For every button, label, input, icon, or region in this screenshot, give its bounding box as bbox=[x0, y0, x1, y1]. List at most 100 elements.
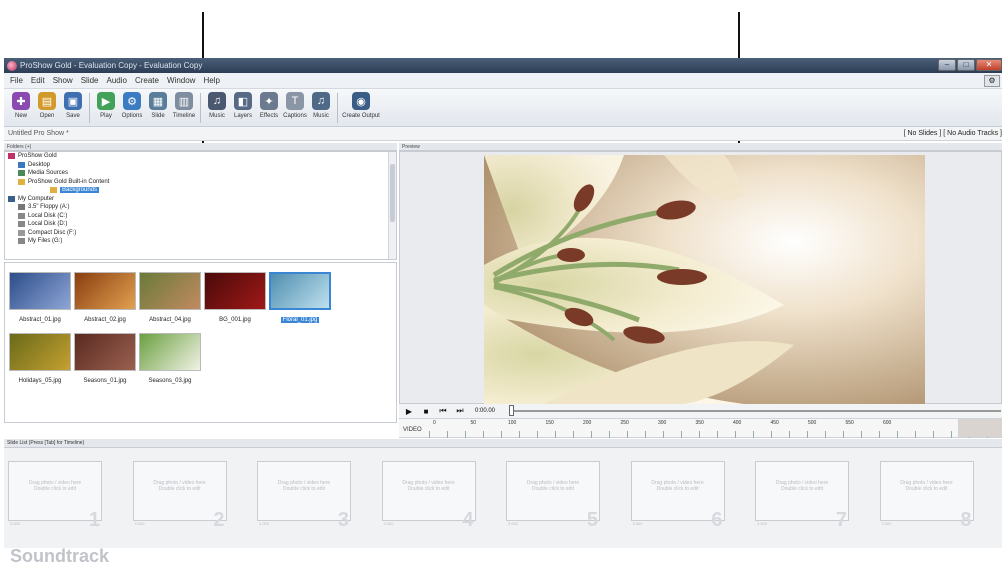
window-controls: – □ ✕ bbox=[938, 59, 1002, 71]
desktop-icon bbox=[18, 161, 25, 168]
file-thumbnail[interactable]: Seasons_03.jpg bbox=[139, 333, 201, 384]
file-thumbnail[interactable]: Abstract_02.jpg bbox=[74, 272, 136, 323]
preview-panel bbox=[399, 151, 1002, 404]
last-button[interactable]: ⏭ bbox=[456, 406, 464, 416]
slide-number: 4 bbox=[462, 509, 474, 531]
minimize-button[interactable]: – bbox=[938, 59, 956, 71]
toolbar-label: Play bbox=[100, 113, 112, 119]
file-thumbnail[interactable]: BG_001.jpg bbox=[204, 272, 266, 323]
play-button[interactable]: ▶ bbox=[405, 407, 413, 416]
toolbar-layers-button[interactable]: ◧ Layers bbox=[230, 89, 256, 119]
toolbar-label: Open bbox=[39, 113, 55, 119]
slide-slot[interactable]: Drag photo / video here Double click to … bbox=[506, 461, 600, 545]
ribbon-toggle-icon[interactable]: ⚙ bbox=[984, 75, 1000, 87]
slide-slot[interactable]: Drag photo / video here Double click to … bbox=[630, 461, 725, 545]
slide-list: Drag photo / video here Double click to … bbox=[4, 448, 1002, 548]
menu-file[interactable]: File bbox=[10, 76, 23, 85]
toolbar-label: Options bbox=[121, 113, 143, 119]
toolbar-effects-button[interactable]: ✦ Effects bbox=[256, 89, 282, 119]
file-name: Seasons_01.jpg bbox=[83, 378, 127, 384]
menu-create[interactable]: Create bbox=[135, 76, 159, 85]
tree-item[interactable]: My Computer bbox=[5, 195, 396, 204]
toolbar-music-button[interactable]: ♫ Music bbox=[308, 89, 334, 119]
slide-slot[interactable]: Drag photo / video here Double click to … bbox=[381, 461, 476, 545]
toolbar-captions-button[interactable]: T Captions bbox=[282, 89, 308, 119]
lily-flower-image bbox=[484, 155, 925, 404]
file-thumbnail[interactable]: Holidays_05.jpg bbox=[9, 333, 71, 384]
thumbnail-image bbox=[9, 333, 71, 371]
file-name: Abstract_01.jpg bbox=[19, 317, 61, 323]
stop-button[interactable]: ■ bbox=[422, 407, 430, 416]
close-button[interactable]: ✕ bbox=[976, 59, 1002, 71]
ruler-mark: 600 bbox=[883, 420, 892, 426]
maximize-button[interactable]: □ bbox=[957, 59, 975, 71]
floppy-icon bbox=[18, 204, 25, 211]
show-name[interactable]: Untitled Pro Show * bbox=[8, 130, 69, 137]
tree-item[interactable]: Backgrounds bbox=[5, 186, 396, 195]
ruler-mark: 100 bbox=[508, 420, 517, 426]
toolbar-label: Create Output bbox=[342, 113, 380, 119]
toolbar-play-button[interactable]: ▶ Play bbox=[93, 89, 119, 119]
first-button[interactable]: ⏮ bbox=[439, 406, 447, 416]
ruler-mark: 50 bbox=[470, 420, 477, 426]
menu-slide[interactable]: Slide bbox=[81, 76, 99, 85]
menu-help[interactable]: Help bbox=[203, 76, 219, 85]
slide-number: 3 bbox=[337, 509, 349, 531]
tree-item[interactable]: ProShow Gold Built-in Content bbox=[5, 178, 396, 187]
thumbnail-label: Abstract_04.jpg bbox=[139, 317, 201, 323]
timecode: 0:00.00 bbox=[475, 408, 496, 414]
toolbar-label: Effects bbox=[259, 113, 279, 119]
folder-icon bbox=[50, 187, 57, 194]
tree-item-label: Backgrounds bbox=[60, 187, 100, 194]
tree-item[interactable]: Media Sources bbox=[5, 169, 396, 178]
file-thumbnail[interactable]: Seasons_01.jpg bbox=[74, 333, 136, 384]
slide-slot[interactable]: Drag photo / video here Double click to … bbox=[755, 461, 849, 545]
slide-slot[interactable]: Drag photo / video here Double click to … bbox=[8, 461, 102, 545]
toolbar-label: Save bbox=[66, 113, 80, 119]
seek-handle[interactable] bbox=[509, 405, 514, 416]
tree-item[interactable]: Local Disk (C:) bbox=[5, 212, 396, 221]
file-name: Abstract_04.jpg bbox=[149, 317, 191, 323]
open-icon: ▤ bbox=[38, 92, 56, 110]
toolbar-create-output-button[interactable]: ◉ Create Output bbox=[341, 89, 381, 119]
tree-item[interactable]: Desktop bbox=[5, 161, 396, 170]
file-thumbnail[interactable]: Abstract_04.jpg bbox=[139, 272, 201, 323]
ruler-end bbox=[958, 419, 1002, 437]
toolbar-new-button[interactable]: ✚ New bbox=[8, 89, 34, 119]
folder-scrollbar[interactable] bbox=[388, 152, 396, 259]
tree-item[interactable]: ProShow Gold bbox=[5, 152, 396, 161]
menu-show[interactable]: Show bbox=[53, 76, 73, 85]
scroll-thumb[interactable] bbox=[390, 164, 395, 222]
file-thumbnail[interactable]: Abstract_01.jpg bbox=[9, 272, 71, 323]
menu-audio[interactable]: Audio bbox=[107, 76, 127, 85]
slide-number: 8 bbox=[960, 509, 972, 531]
slide-number: 2 bbox=[213, 509, 225, 531]
toolbar-timeline-button[interactable]: ▥ Timeline bbox=[171, 89, 197, 119]
tree-item[interactable]: My Files (G:) bbox=[5, 237, 396, 246]
proshow-icon bbox=[8, 153, 15, 160]
tree-item-label: My Computer bbox=[18, 195, 55, 202]
file-name: Abstract_02.jpg bbox=[84, 317, 126, 323]
cd-icon bbox=[18, 229, 25, 236]
tree-item[interactable]: 3.5" Floppy (A:) bbox=[5, 203, 396, 212]
tree-item[interactable]: Local Disk (D:) bbox=[5, 220, 396, 229]
slide-duration: 3.000 bbox=[259, 521, 270, 526]
slide-slot[interactable]: Drag photo / video here Double click to … bbox=[132, 461, 227, 545]
play-icon: ▶ bbox=[97, 92, 115, 110]
slide-slot[interactable]: Drag photo / video here Double click to … bbox=[257, 461, 351, 545]
toolbar-options-button[interactable]: ⚙ Options bbox=[119, 89, 145, 119]
folder-icon bbox=[18, 178, 25, 185]
slide-slot[interactable]: Drag photo / video here Double click to … bbox=[879, 461, 974, 545]
show-bar: Untitled Pro Show * [ No Slides ] [ No A… bbox=[4, 127, 1002, 141]
toolbar-slide-button[interactable]: ▦ Slide bbox=[145, 89, 171, 119]
ruler-mark: 0 bbox=[433, 420, 436, 426]
tree-item[interactable]: Compact Disc (F:) bbox=[5, 229, 396, 238]
toolbar-music-button[interactable]: ♫ Music bbox=[204, 89, 230, 119]
file-thumbnail[interactable]: Floral_01.jpg bbox=[269, 272, 331, 323]
menu-edit[interactable]: Edit bbox=[31, 76, 45, 85]
seek-track[interactable] bbox=[511, 410, 1001, 412]
toolbar-open-button[interactable]: ▤ Open bbox=[34, 89, 60, 119]
ruler-mark: 550 bbox=[845, 420, 854, 426]
toolbar-save-button[interactable]: ▣ Save bbox=[60, 89, 86, 119]
menu-window[interactable]: Window bbox=[167, 76, 195, 85]
